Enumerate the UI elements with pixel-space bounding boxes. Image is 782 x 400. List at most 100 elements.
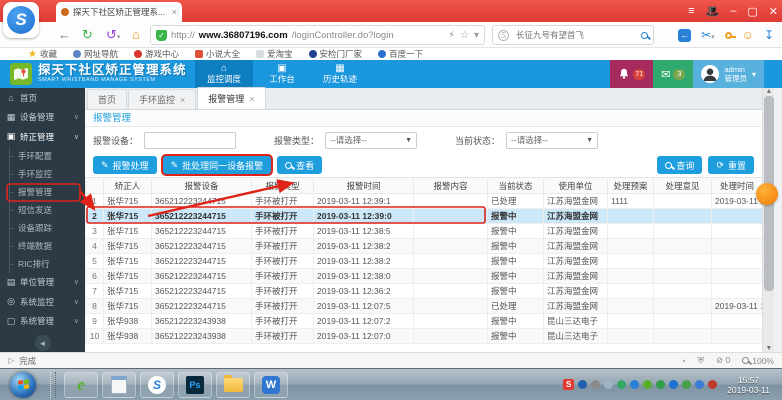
back-icon[interactable]: ← <box>58 26 71 44</box>
key-icon[interactable] <box>724 31 736 39</box>
nav-item-历史轨迹[interactable]: ▦ 历史轨迹 <box>311 60 369 88</box>
sidebar-item-系统管理[interactable]: ▢ 系统管理 ∨ <box>0 312 85 332</box>
alarm-process-button[interactable]: ✎ 报警处理 <box>93 156 157 174</box>
table-row[interactable]: 3 张华715 365212223244715 手环被打开 2019-03-11 12:… <box>85 223 763 239</box>
table-row[interactable]: 6 张华715 365212223244715 手环被打开 2019-03-11 12:… <box>85 268 763 284</box>
table-row[interactable]: 1 张华715 365212223244715 手环被打开 2019-03-11 12:… <box>85 193 763 209</box>
bookmark-item[interactable]: 安检门厂家 <box>308 48 362 60</box>
table-row[interactable]: 8 张华715 365212223244715 手环被打开 2019-03-11 12:… <box>85 298 763 314</box>
maximize-icon[interactable]: ▢ <box>747 5 757 18</box>
nav-item-工作台[interactable]: ▣ 工作台 <box>253 60 311 88</box>
bookmark-item[interactable]: 小说大全 <box>195 48 240 60</box>
table-row[interactable]: 7 张华715 365212223244715 手环被打开 2019-03-11 12:… <box>85 283 763 299</box>
reset-button[interactable]: ⟳ 重置 <box>708 156 754 174</box>
messages-button[interactable]: ✉ 3 <box>653 60 694 88</box>
tray-icon-0[interactable] <box>578 380 588 389</box>
sogou-tray-icon[interactable]: S <box>563 379 575 390</box>
tab-close-icon[interactable]: × <box>172 7 177 17</box>
table-header-报警设备[interactable]: 报警设备 <box>151 177 252 194</box>
sidebar-item-首页[interactable]: ⌂ 首页 <box>0 88 85 108</box>
table-header-报警内容[interactable]: 报警内容 <box>413 177 488 194</box>
download-icon[interactable]: ↧ <box>764 28 774 42</box>
tray-icon-7[interactable] <box>669 380 679 389</box>
floating-assistant-widget[interactable] <box>756 183 778 205</box>
table-header-处理时间[interactable]: 处理时间 <box>711 177 763 194</box>
zoom-control[interactable]: 100% <box>742 356 774 366</box>
skin-icon[interactable]: 🎩 <box>706 5 720 18</box>
table-row[interactable]: 5 张华715 365212223244715 手环被打开 2019-03-11 12:… <box>85 253 763 269</box>
dropdown-icon[interactable]: ▾ <box>474 30 479 41</box>
table-header-处理意见[interactable]: 处理意见 <box>653 177 712 194</box>
bookmark-item[interactable]: 百度一下 <box>378 48 423 60</box>
current-state-select[interactable]: --请选择-- ▼ <box>506 131 599 149</box>
scroll-down-icon[interactable]: ▼ <box>763 345 775 352</box>
home-icon[interactable]: ⌂ <box>132 26 140 44</box>
tab-首页[interactable]: 首页 <box>87 89 128 109</box>
start-button[interactable] <box>10 371 36 398</box>
speed-icon[interactable]: ⚡ <box>448 30 455 41</box>
nav-item-监控调度[interactable]: ⌂ 监控调度 <box>195 60 253 88</box>
scissors-icon[interactable]: ✂▾ <box>701 28 715 42</box>
query-button[interactable]: 查询 <box>657 156 703 174</box>
photoshop-icon[interactable]: Ps <box>178 371 212 398</box>
sidebar-subitem-设备跟踪[interactable]: 设备跟踪 <box>0 218 85 237</box>
table-header-报警时间[interactable]: 报警时间 <box>313 177 414 194</box>
batch-process-button[interactable]: ✎ 批处理同一设备报警 <box>162 156 272 174</box>
bookmark-item[interactable]: 网址导航 <box>72 48 118 60</box>
user-menu[interactable]: admin 管理员 ▾ <box>693 60 764 88</box>
bookmark-item[interactable]: 游戏中心 <box>134 48 179 60</box>
tray-icon-6[interactable] <box>656 380 666 389</box>
table-row[interactable]: 4 张华715 365212223244715 手环被打开 2019-03-11 12:… <box>85 238 763 254</box>
tab-报警管理[interactable]: 报警管理 × <box>197 87 266 109</box>
tray-icon-5[interactable] <box>643 380 653 389</box>
alarm-device-input[interactable] <box>144 131 237 149</box>
sidebar-subitem-手环监控[interactable]: 手环监控 <box>0 164 85 183</box>
sidebar-subitem-RIC排行[interactable]: RIC排行 <box>0 254 85 273</box>
table-row[interactable]: 9 张华938 365212223243938 手环被打开 2019-03-11 12:… <box>85 313 763 329</box>
tab-手环监控[interactable]: 手环监控 × <box>128 89 197 109</box>
close-icon[interactable]: ✕ <box>769 5 778 18</box>
sidebar-subitem-报警管理[interactable]: 报警管理 <box>0 182 85 201</box>
sidebar-item-设备管理[interactable]: ▦ 设备管理 ∨ <box>0 108 85 128</box>
sidebar-item-矫正管理[interactable]: ▣ 矫正管理 ∨ <box>0 127 85 147</box>
bookmark-star-icon[interactable]: ☆ <box>460 30 469 41</box>
view-button[interactable]: 查看 <box>277 156 323 174</box>
shield-plus-icon[interactable]: ⛨ <box>698 355 704 366</box>
taskbar-clock[interactable]: 15:57 2019-03-11 <box>721 375 776 395</box>
sidebar-collapse-button[interactable]: ◄ <box>34 335 51 351</box>
search-icon[interactable] <box>641 31 648 39</box>
tray-icon-2[interactable] <box>604 380 614 389</box>
notepad-icon[interactable] <box>102 371 136 398</box>
scrollbar[interactable]: ▲ ▼ <box>762 88 774 352</box>
search-box[interactable]: S <box>492 25 654 45</box>
360-browser-icon[interactable]: S <box>140 371 174 398</box>
search-input[interactable] <box>514 29 636 41</box>
tray-icon-8[interactable] <box>682 380 692 389</box>
smiley-icon[interactable]: ☺ <box>742 28 754 42</box>
table-row[interactable]: 2 张华715 365212223244715 手环被打开 2019-03-11 12:… <box>85 208 763 224</box>
address-bar[interactable]: ✓ http://www.36807196.com/loginControlle… <box>150 25 485 45</box>
table-header-报警类型[interactable]: 报警类型 <box>251 177 314 194</box>
tab-close-icon[interactable]: × <box>180 95 185 105</box>
tab-close-icon[interactable]: × <box>249 94 254 104</box>
sidebar-subitem-手环配置[interactable]: 手环配置 <box>0 146 85 165</box>
ie-browser-icon[interactable]: e <box>64 371 98 398</box>
table-header-矫正人[interactable]: 矫正人 <box>103 177 152 194</box>
tray-icon-10[interactable] <box>708 380 718 389</box>
table-header-处理预案[interactable]: 处理预案 <box>607 177 654 194</box>
blocked-count[interactable]: ⊘ 0 <box>716 355 730 366</box>
tray-icon-3[interactable] <box>617 380 627 389</box>
minimize-icon[interactable]: – <box>730 5 736 17</box>
tray-icon-4[interactable] <box>630 380 640 389</box>
wps-icon[interactable]: W <box>254 371 288 398</box>
bookmark-item[interactable]: ★ 收藏 <box>28 48 57 60</box>
sidebar-item-单位管理[interactable]: ▤ 单位管理 ∨ <box>0 273 85 293</box>
table-row[interactable]: 10 张华938 365212223243938 手环被打开 2019-03-11 12… <box>85 328 763 344</box>
sidebar-subitem-终端数据[interactable]: 终端数据 <box>0 236 85 255</box>
login-icon[interactable]: ← <box>678 28 692 42</box>
undo-close-icon[interactable]: ↺▾ <box>106 26 120 47</box>
sidebar-subitem-短信发送[interactable]: 短信发送 <box>0 200 85 219</box>
refresh-icon[interactable]: ↻ <box>82 26 93 44</box>
scroll-up-icon[interactable]: ▲ <box>763 88 775 95</box>
browser-tab[interactable]: 探天下社区矫正管理系... × <box>56 2 182 22</box>
